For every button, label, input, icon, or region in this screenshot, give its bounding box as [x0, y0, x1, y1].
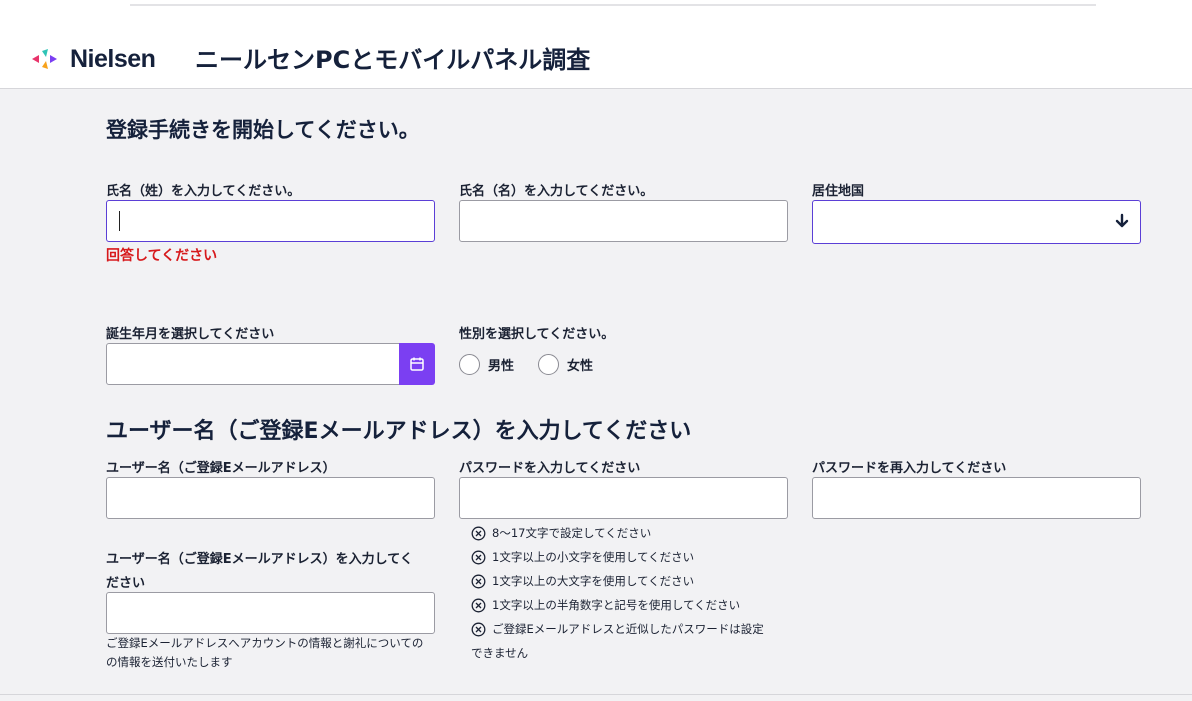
calendar-button[interactable]	[399, 343, 435, 385]
username-label: ユーザー名（ご登録Eメールアドレス）	[106, 461, 336, 476]
password-rule: 1文字以上の大文字を使用してください	[471, 573, 694, 589]
radio-male[interactable]	[459, 354, 480, 375]
circle-x-icon	[471, 574, 486, 588]
circle-x-icon	[471, 598, 486, 612]
country-label: 居住地国	[812, 184, 865, 199]
footer-divider	[0, 694, 1192, 695]
birth-label: 誕生年月を選択してください	[106, 327, 275, 342]
password-rule: 1文字以上の小文字を使用してください	[471, 549, 694, 565]
password-rule: 8〜17文字で設定してください	[471, 525, 651, 541]
password-rule-text: 1文字以上の半角数字と記号を使用してください	[492, 598, 741, 612]
page-title: ニールセンPCとモバイルパネル調査	[195, 46, 591, 74]
username-confirm-label-line1: ユーザー名（ご登録Eメールアドレス）を入力してく	[106, 552, 413, 567]
country-select[interactable]	[812, 200, 1141, 244]
password-confirm-input[interactable]	[812, 477, 1141, 519]
username-hint-line1: ご登録Eメールアドレスへアカウントの情報と謝礼についての	[106, 636, 424, 650]
password-input[interactable]	[459, 477, 788, 519]
gender-label: 性別を選択してください。	[459, 327, 615, 342]
section-title-username: ユーザー名（ご登録Eメールアドレス）を入力してください	[106, 419, 692, 444]
text-caret	[119, 211, 120, 231]
username-confirm-label-line2: ださい	[106, 576, 146, 591]
password-rule-text: 1文字以上の大文字を使用してください	[492, 574, 695, 588]
last-name-input[interactable]	[106, 200, 435, 242]
radio-male-label: 男性	[488, 359, 515, 374]
section-title-registration: 登録手続きを開始してください。	[106, 118, 420, 142]
password-confirm-label: パスワードを再入力してください	[812, 461, 1007, 476]
password-rule: ご登録Eメールアドレスと近似したパスワードは設定	[471, 621, 764, 637]
arrow-down-icon	[1115, 213, 1129, 228]
password-rule: 1文字以上の半角数字と記号を使用してください	[471, 597, 740, 613]
gender-option-female[interactable]: 女性	[538, 354, 593, 375]
circle-x-icon	[471, 526, 486, 540]
address-bar-edge	[130, 4, 1096, 6]
brand-name: Nielsen	[70, 44, 156, 73]
password-label: パスワードを入力してください	[459, 461, 641, 476]
nielsen-mark-icon	[32, 49, 57, 69]
last-name-label: 氏名（姓）を入力してください。	[106, 184, 301, 199]
password-rule-text: 8〜17文字で設定してください	[492, 526, 652, 540]
circle-x-icon	[471, 550, 486, 564]
password-rule-text: 1文字以上の小文字を使用してください	[492, 550, 695, 564]
nielsen-logo[interactable]: Nielsen	[32, 44, 168, 74]
password-rule-text: ご登録Eメールアドレスと近似したパスワードは設定	[492, 622, 764, 636]
circle-x-icon	[471, 622, 486, 636]
radio-female[interactable]	[538, 354, 559, 375]
top-strip	[0, 0, 1192, 10]
last-name-error: 回答してください	[106, 248, 218, 264]
app-header: Nielsen ニールセンPCとモバイルパネル調査	[0, 10, 1192, 89]
calendar-icon	[410, 357, 424, 371]
gender-option-male[interactable]: 男性	[459, 354, 514, 375]
first-name-label: 氏名（名）を入力してください。	[459, 184, 654, 199]
radio-female-label: 女性	[567, 359, 594, 374]
username-confirm-input[interactable]	[106, 592, 435, 634]
username-hint-line2: の情報を送付いたします	[106, 655, 233, 669]
first-name-input[interactable]	[459, 200, 788, 242]
password-rule-continuation: できません	[471, 646, 529, 660]
username-input[interactable]	[106, 477, 435, 519]
birth-date-input[interactable]	[106, 343, 402, 385]
